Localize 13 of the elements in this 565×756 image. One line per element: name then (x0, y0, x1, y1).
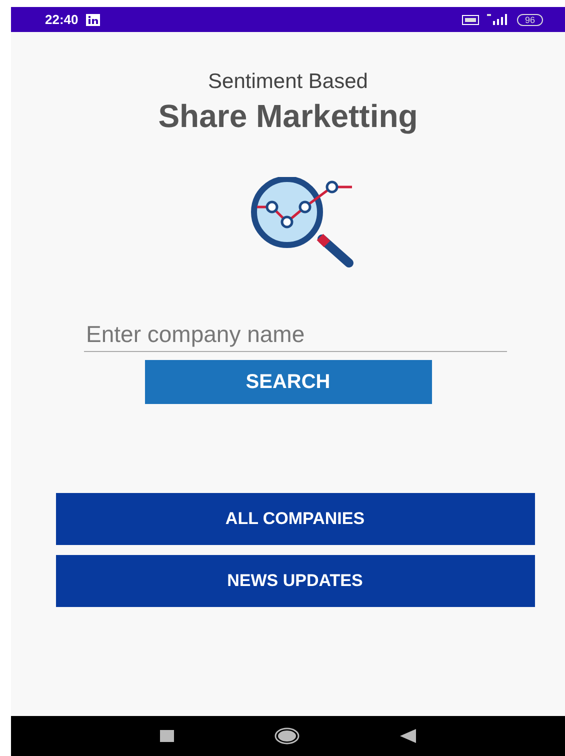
search-button[interactable]: SEARCH (144, 360, 432, 404)
signal-icon (486, 14, 509, 25)
menu-button[interactable]: NEWS UPDATES (56, 555, 534, 607)
status-time: 22:40 (45, 12, 78, 27)
app-subtitle: Sentiment Based (208, 70, 368, 94)
app-notification-icon (86, 14, 100, 26)
menu-button[interactable]: ALL COMPANIES (56, 493, 534, 545)
app-title: Share Marketting (158, 98, 418, 135)
volte-icon (462, 14, 479, 24)
company-name-field[interactable]: Enter company name (84, 319, 507, 352)
battery-indicator: 96 (516, 14, 543, 26)
home-icon[interactable] (274, 727, 300, 745)
back-icon[interactable] (400, 729, 416, 743)
